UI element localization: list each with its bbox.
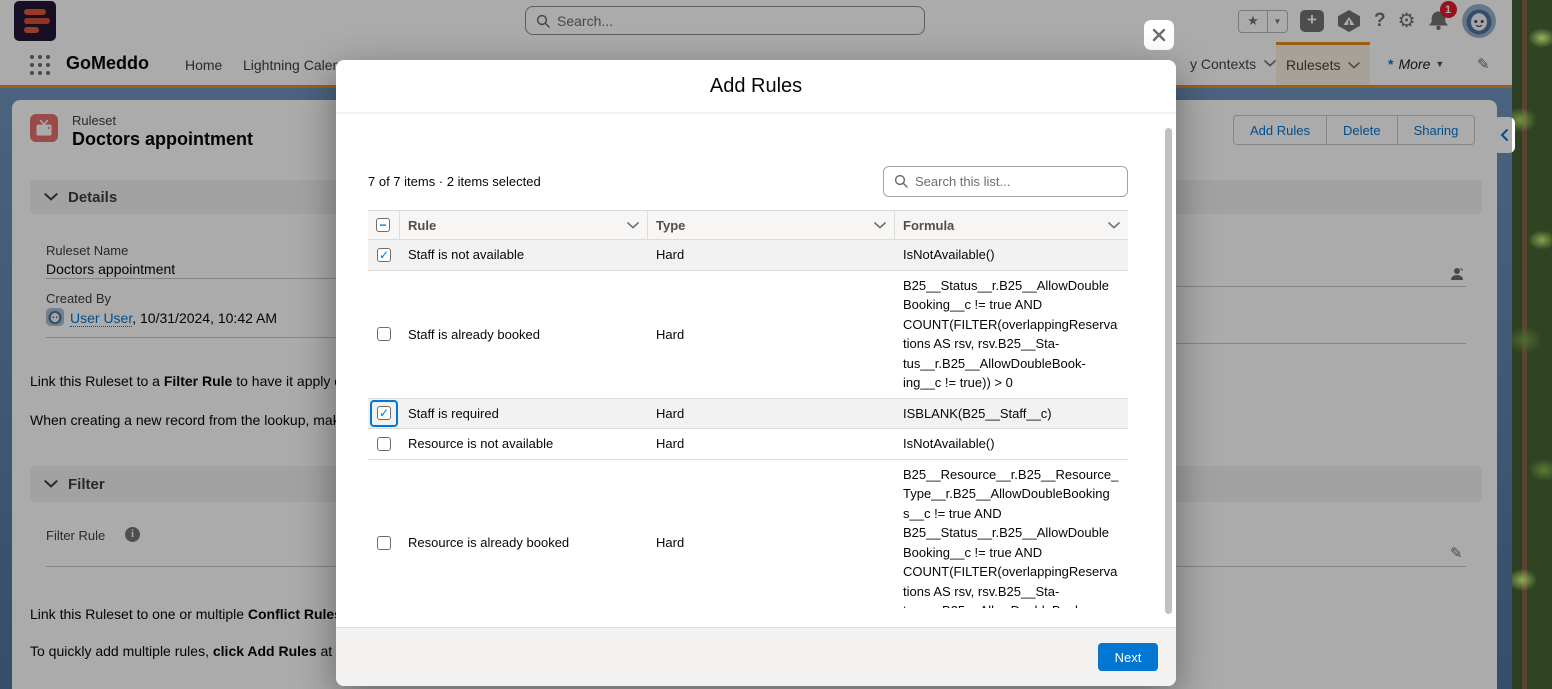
rule-formula-cell: ISBLANK(B25__Staff__c) xyxy=(895,399,1128,429)
rule-name-cell: Resource is not available xyxy=(400,429,648,459)
table-row[interactable]: Resource is already booked Hard B25__Res… xyxy=(368,460,1128,609)
modal-close-button[interactable] xyxy=(1144,20,1174,50)
row-checkbox[interactable] xyxy=(377,327,391,341)
list-search-input[interactable]: Search this list... xyxy=(883,166,1128,197)
chevron-down-icon[interactable] xyxy=(874,222,886,229)
checkbox-focus-ring xyxy=(370,400,398,428)
rule-name-cell: Staff is required xyxy=(400,399,648,429)
rule-type-cell: Hard xyxy=(648,460,895,609)
table-row[interactable]: ✓ Staff is required Hard ISBLANK(B25__St… xyxy=(368,399,1128,430)
table-row[interactable]: Staff is already booked Hard B25__Status… xyxy=(368,271,1128,399)
rule-formula-cell: B25__Status__r.B25__AllowDouble Booking_… xyxy=(895,271,1128,398)
table-row[interactable]: ✓ Staff is not available Hard IsNotAvail… xyxy=(368,240,1128,271)
table-row[interactable]: Resource is not available Hard IsNotAvai… xyxy=(368,429,1128,460)
modal-footer: Next xyxy=(336,627,1176,686)
row-checkbox[interactable] xyxy=(377,437,391,451)
desktop-wallpaper xyxy=(1512,0,1552,689)
rule-formula-cell: IsNotAvailable() xyxy=(895,240,1128,270)
rule-type-cell: Hard xyxy=(648,399,895,429)
chevron-down-icon[interactable] xyxy=(627,222,639,229)
screen: Search... ★ ▼ + ? ⚙ xyxy=(0,0,1552,689)
select-all-cell[interactable]: − xyxy=(368,211,400,239)
row-checkbox[interactable]: ✓ xyxy=(377,248,391,262)
rule-type-cell: Hard xyxy=(648,429,895,459)
row-select-cell[interactable] xyxy=(368,271,400,398)
row-select-cell[interactable]: ✓ xyxy=(368,240,400,270)
modal-header: Add Rules xyxy=(336,60,1176,114)
items-summary: 7 of 7 items · 2 items selected xyxy=(368,174,541,189)
column-header-rule[interactable]: Rule xyxy=(400,211,648,239)
column-header-type[interactable]: Type xyxy=(648,211,895,239)
next-button[interactable]: Next xyxy=(1098,643,1158,671)
modal-title: Add Rules xyxy=(710,75,802,98)
table-body: ✓ Staff is not available Hard IsNotAvail… xyxy=(368,240,1128,608)
chevron-down-icon[interactable] xyxy=(1108,222,1120,229)
row-checkbox[interactable] xyxy=(377,536,391,550)
list-toolbar: 7 of 7 items · 2 items selected Search t… xyxy=(368,163,1128,199)
add-rules-modal: Add Rules 7 of 7 items · 2 items selecte… xyxy=(336,60,1176,686)
close-icon xyxy=(1151,27,1167,43)
table-header-row: − Rule Type Formula xyxy=(368,210,1128,240)
list-search-placeholder: Search this list... xyxy=(915,174,1010,189)
row-select-cell[interactable] xyxy=(368,460,400,609)
rule-formula-cell: IsNotAvailable() xyxy=(895,429,1128,459)
row-select-cell[interactable]: ✓ xyxy=(368,399,400,429)
search-icon xyxy=(894,174,908,188)
row-select-cell[interactable] xyxy=(368,429,400,459)
rules-table: − Rule Type Formula xyxy=(368,210,1128,608)
rule-formula-cell: B25__Resource__r.B25__Resource_ Type__r.… xyxy=(895,460,1128,609)
rule-type-cell: Hard xyxy=(648,271,895,398)
rule-name-cell: Resource is already booked xyxy=(400,460,648,609)
column-header-formula[interactable]: Formula xyxy=(895,211,1128,239)
rule-name-cell: Staff is already booked xyxy=(400,271,648,398)
rule-type-cell: Hard xyxy=(648,240,895,270)
scrollbar-thumb[interactable] xyxy=(1165,128,1172,614)
rule-name-cell: Staff is not available xyxy=(400,240,648,270)
select-all-checkbox[interactable]: − xyxy=(376,218,390,232)
